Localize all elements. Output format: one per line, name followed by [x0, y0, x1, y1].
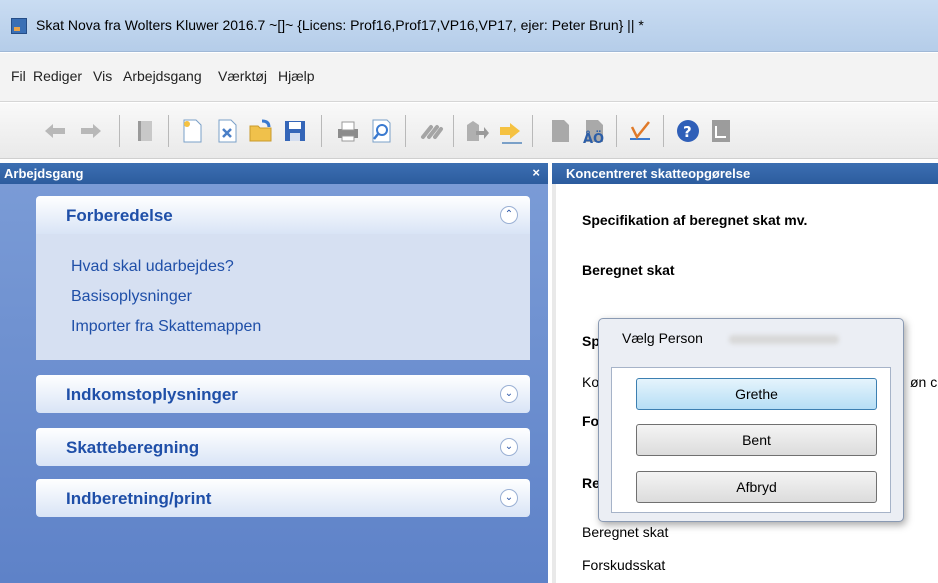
menu-fil[interactable]: Fil [11, 68, 26, 84]
menu-hjaelp[interactable]: Hjælp [278, 68, 315, 84]
menu-bar: Fil Rediger Vis Arbejdsgang Værktøj Hjæl… [0, 53, 938, 102]
toolbar: ÅÖ ? [0, 103, 938, 159]
chevron-down-icon[interactable]: ⌄ [500, 385, 518, 403]
chevron-down-icon[interactable]: ⌄ [500, 489, 518, 507]
workflow-panel-body: Forberedelse ⌃ Hvad skal udarbejdes? Bas… [0, 184, 548, 583]
new-document-icon[interactable] [177, 116, 207, 146]
toolbar-separator [663, 115, 664, 147]
blurred-text [729, 335, 839, 344]
link-basisoplysninger[interactable]: Basisoplysninger [71, 288, 192, 306]
checkmark-icon[interactable] [625, 116, 655, 146]
toolbar-separator [405, 115, 406, 147]
print-preview-icon[interactable] [366, 116, 396, 146]
toolbar-separator [168, 115, 169, 147]
person-export-icon[interactable] [495, 116, 525, 146]
person-button-bent[interactable]: Bent [636, 424, 877, 456]
doc-row-beregnet-skat: Beregnet skat [582, 524, 669, 540]
choose-person-dialog: Vælg Person Grethe Bent Afbryd [598, 318, 904, 522]
dialog-title: Vælg Person [622, 330, 703, 346]
link-icon[interactable] [416, 116, 446, 146]
doc-row-forskudsskat: Forskudsskat [582, 557, 666, 573]
section-body: Hvad skal udarbejdes? Basisoplysninger I… [36, 234, 530, 360]
app-icon [11, 18, 27, 34]
title-bar: Skat Nova fra Wolters Kluwer 2016.7 ~[]~… [0, 0, 938, 52]
window-title: Skat Nova fra Wolters Kluwer 2016.7 ~[]~… [36, 17, 644, 33]
link-importer-fra-skattemappen[interactable]: Importer fra Skattemappen [71, 318, 261, 336]
font-ao-icon[interactable]: ÅÖ [579, 116, 609, 146]
section-header[interactable]: Indberetning/print ⌄ [36, 479, 530, 517]
section-header[interactable]: Indkomstoplysninger ⌄ [36, 375, 530, 413]
save-icon[interactable] [280, 116, 310, 146]
close-document-icon[interactable] [212, 116, 242, 146]
forward-arrow-icon[interactable] [76, 116, 106, 146]
print-icon[interactable] [333, 116, 363, 146]
toolbar-separator [453, 115, 454, 147]
doc-heading-beregnet-skat: Beregnet skat [582, 262, 675, 278]
menu-vis[interactable]: Vis [93, 68, 112, 84]
workflow-panel: Arbejdsgang × Forberedelse ⌃ Hvad skal u… [0, 163, 548, 583]
link-hvad-skal-udarbejdes[interactable]: Hvad skal udarbejdes? [71, 258, 234, 276]
dialog-body: Grethe Bent Afbryd [611, 367, 891, 513]
workflow-panel-header: Arbejdsgang × [0, 163, 548, 184]
toolbar-separator [616, 115, 617, 147]
section-title: Indberetning/print [66, 489, 212, 508]
section-title: Skatteberegning [66, 438, 200, 457]
section-header[interactable]: Skatteberegning ⌄ [36, 428, 530, 466]
close-icon[interactable]: × [532, 165, 540, 180]
open-folder-icon[interactable] [246, 116, 276, 146]
panel-divider[interactable] [552, 184, 556, 583]
section-title: Forberedelse [66, 206, 173, 225]
person-import-icon[interactable] [461, 116, 491, 146]
chevron-down-icon[interactable]: ⌄ [500, 438, 518, 456]
toolbar-separator [321, 115, 322, 147]
back-arrow-icon[interactable] [40, 116, 70, 146]
toolbar-separator [119, 115, 120, 147]
menu-arbejdsgang[interactable]: Arbejdsgang [123, 68, 202, 84]
doc-row-kor-tail: øn c [910, 374, 938, 390]
document-panel-header: Koncentreret skatteopgørelse [552, 163, 938, 184]
cancel-button[interactable]: Afbryd [636, 471, 877, 503]
book-icon[interactable] [131, 116, 161, 146]
list-icon[interactable] [706, 116, 736, 146]
help-icon[interactable]: ? [673, 116, 703, 146]
toolbar-separator [532, 115, 533, 147]
menu-vaerktoej[interactable]: Værktøj [218, 68, 267, 84]
person-button-grethe[interactable]: Grethe [636, 378, 877, 410]
chevron-up-icon[interactable]: ⌃ [500, 206, 518, 224]
doc-heading-specifikation: Specifikation af beregnet skat mv. [582, 212, 808, 228]
section-title: Indkomstoplysninger [66, 385, 238, 404]
document-icon[interactable] [545, 116, 575, 146]
document-panel-title: Koncentreret skatteopgørelse [566, 166, 751, 181]
svg-text:ÅÖ: ÅÖ [583, 131, 604, 145]
workflow-panel-title: Arbejdsgang [4, 166, 84, 181]
section-header[interactable]: Forberedelse ⌃ [36, 196, 530, 234]
menu-rediger[interactable]: Rediger [33, 68, 82, 84]
svg-text:?: ? [683, 123, 692, 141]
